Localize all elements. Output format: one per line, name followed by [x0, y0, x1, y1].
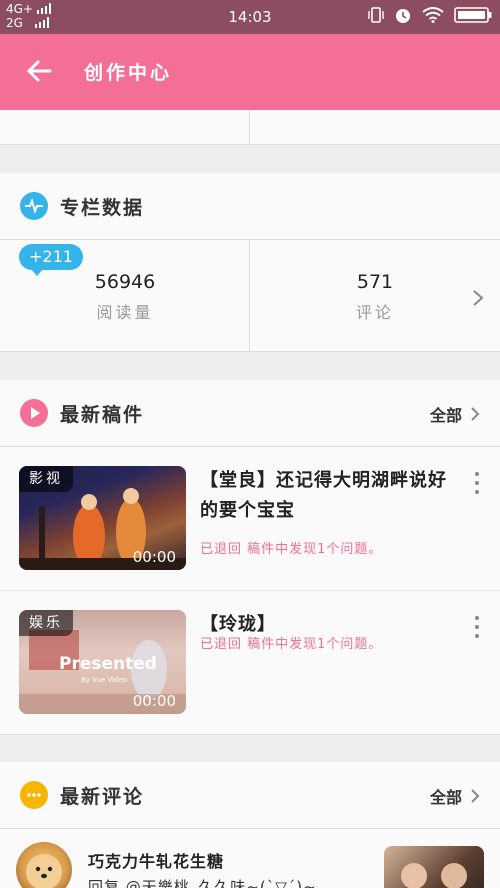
latest-comments-title: 最新评论 — [60, 786, 145, 808]
comment-username[interactable]: 巧克力牛轧花生糖 — [88, 848, 224, 872]
previous-stats-card — [0, 110, 500, 144]
column-data-title: 专栏数据 — [60, 197, 145, 219]
comment-video-thumbnail[interactable] — [384, 846, 484, 888]
wifi-icon — [422, 7, 444, 23]
status-bar: 4G+ 2G 14:03 — [0, 0, 500, 34]
stat-comments-value: 571 — [356, 271, 394, 293]
video-frame-illustration — [401, 863, 467, 888]
battery-icon — [454, 7, 492, 23]
divider — [0, 144, 500, 145]
stat-reads[interactable]: 56946 阅读量 — [50, 271, 200, 323]
divider — [0, 239, 500, 240]
page-title: 创作中心 — [84, 62, 173, 84]
chevron-right-icon[interactable] — [472, 289, 484, 307]
thumbnail-overlay-subtext: By Vue Video — [81, 676, 128, 684]
video-duration: 00:00 — [132, 692, 176, 710]
app-header: 创作中心 — [0, 34, 500, 110]
drafts-view-all-label: 全部 — [429, 406, 462, 425]
draft-status: 已退回 稿件中发现1个问题。 — [200, 637, 383, 652]
draft-thumbnail[interactable]: 影视 00:00 — [19, 466, 186, 570]
stat-divider — [249, 240, 250, 351]
more-options-icon[interactable] — [472, 472, 482, 500]
more-options-icon[interactable] — [472, 616, 482, 644]
comments-view-all-label: 全部 — [429, 788, 462, 807]
status-icons — [368, 6, 492, 24]
play-icon — [20, 399, 48, 427]
latest-drafts-title: 最新稿件 — [60, 404, 145, 426]
draft-item[interactable]: 影视 00:00 【堂良】还记得大明湖畔说好的要个宝宝 已退回 稿件中发现1个问… — [0, 446, 500, 590]
stat-reads-value: 56946 — [94, 271, 156, 293]
draft-item[interactable]: Presented By Vue Video 娱乐 00:00 【玲珑】 已退回… — [0, 590, 500, 734]
stat-comments[interactable]: 571 评论 — [300, 271, 450, 323]
comment-text: 回复 @天樂桃_久久味~(`▽´)~ — [88, 878, 317, 888]
alarm-icon — [396, 9, 410, 23]
vibrate-icon — [368, 7, 384, 23]
divider — [0, 734, 500, 735]
chevron-right-icon — [471, 407, 480, 421]
stat-reads-label: 阅读量 — [96, 303, 154, 322]
pulse-icon — [20, 192, 48, 220]
arrow-left-icon[interactable] — [24, 56, 54, 86]
latest-drafts-card: 最新稿件 全部 影视 00:00 【堂良】还记得大明湖畔说好的要个宝宝 已退回 … — [0, 380, 500, 734]
draft-thumbnail[interactable]: Presented By Vue Video 娱乐 00:00 — [19, 610, 186, 714]
draft-title: 【堂良】还记得大明湖畔说好的要个宝宝 — [200, 470, 447, 521]
category-tag: 娱乐 — [19, 610, 73, 636]
latest-drafts-header: 最新稿件 全部 — [0, 380, 500, 446]
drafts-view-all[interactable]: 全部 — [430, 402, 480, 426]
stat-comments-label: 评论 — [355, 303, 394, 322]
latest-comments-header: 最新评论 全部 — [0, 762, 500, 828]
divider — [0, 351, 500, 352]
draft-status: 已退回 稿件中发现1个问题。 — [200, 542, 383, 557]
column-data-header: 专栏数据 — [0, 173, 500, 239]
chevron-right-icon — [471, 789, 480, 803]
chat-icon — [20, 781, 48, 809]
card-divider — [249, 110, 250, 144]
video-duration: 00:00 — [132, 548, 176, 566]
comments-view-all[interactable]: 全部 — [430, 784, 480, 808]
category-tag: 影视 — [19, 466, 73, 492]
reads-increase-badge: +211 — [19, 244, 83, 276]
divider — [0, 828, 500, 829]
thumbnail-overlay-text: Presented — [59, 654, 157, 674]
